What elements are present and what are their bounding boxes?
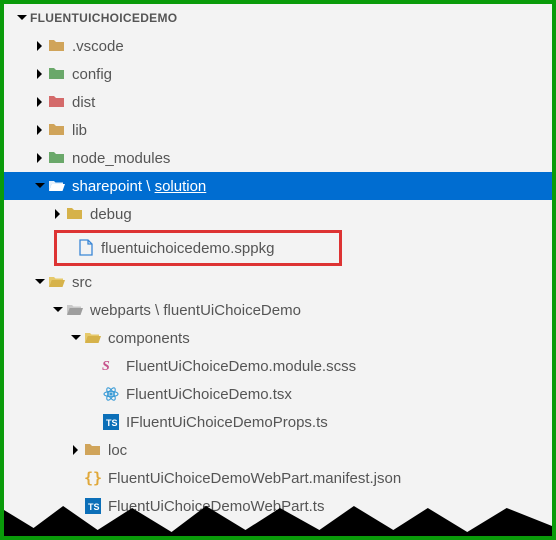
path-segment: sharepoint \: [72, 178, 155, 195]
tree-label: config: [72, 66, 112, 83]
folder-icon: [84, 441, 102, 459]
chevron-down-icon: [50, 302, 66, 318]
folder-open-icon: [84, 329, 102, 347]
json-icon: [84, 469, 102, 487]
chevron-right-icon: [68, 442, 84, 458]
typescript-icon: [102, 413, 120, 431]
tree-item-sppkg[interactable]: fluentuichoicedemo.sppkg: [57, 233, 339, 263]
explorer-header[interactable]: FLUENTUICHOICEDEMO: [4, 4, 552, 32]
tree-label: FluentUiChoiceDemo.tsx: [126, 386, 292, 403]
tree-label: lib: [72, 122, 87, 139]
tree-item-webpart-ts[interactable]: FluentUiChoiceDemoWebPart.ts: [4, 492, 552, 520]
tree-label: node_modules: [72, 150, 170, 167]
path-segment: webparts \: [90, 302, 163, 319]
tree-item-props-ts[interactable]: IFluentUiChoiceDemoProps.ts: [4, 408, 552, 436]
typescript-icon: [84, 497, 102, 515]
tree-label: dist: [72, 94, 95, 111]
scss-icon: [102, 357, 120, 375]
folder-open-icon: [66, 301, 84, 319]
tree-item-components[interactable]: components: [4, 324, 552, 352]
tree-label: sharepoint \ solution: [72, 178, 206, 195]
tree-label: loc: [108, 442, 127, 459]
tree-item-src[interactable]: src: [4, 268, 552, 296]
folder-icon: [48, 149, 66, 167]
chevron-right-icon: [32, 66, 48, 82]
chevron-down-icon: [14, 10, 30, 26]
chevron-right-icon: [32, 122, 48, 138]
tree-item-tsx[interactable]: FluentUiChoiceDemo.tsx: [4, 380, 552, 408]
folder-open-icon: [48, 273, 66, 291]
path-segment-active: fluentUiChoiceDemo: [163, 302, 301, 319]
tree-label: IFluentUiChoiceDemoProps.ts: [126, 414, 328, 431]
chevron-down-icon: [32, 274, 48, 290]
chevron-down-icon: [68, 330, 84, 346]
tree-label: debug: [90, 206, 132, 223]
folder-icon: [66, 205, 84, 223]
chevron-right-icon: [50, 206, 66, 222]
file-tree: .vscode config dist lib node_modules: [4, 32, 552, 520]
path-segment-active: solution: [155, 178, 207, 195]
tree-label: components: [108, 330, 190, 347]
tree-item-sharepoint-solution[interactable]: sharepoint \ solution: [4, 172, 552, 200]
explorer-panel: FLUENTUICHOICEDEMO .vscode config dist l…: [0, 0, 556, 540]
folder-icon: [48, 37, 66, 55]
folder-icon: [48, 121, 66, 139]
tree-label: FluentUiChoiceDemoWebPart.ts: [108, 498, 324, 515]
tree-item-loc[interactable]: loc: [4, 436, 552, 464]
highlight-annotation: fluentuichoicedemo.sppkg: [54, 230, 342, 266]
tree-label: src: [72, 274, 92, 291]
folder-open-icon: [48, 177, 66, 195]
chevron-right-icon: [32, 38, 48, 54]
tree-item-scss[interactable]: FluentUiChoiceDemo.module.scss: [4, 352, 552, 380]
tree-label: .vscode: [72, 38, 124, 55]
chevron-down-icon: [32, 178, 48, 194]
tree-item-lib[interactable]: lib: [4, 116, 552, 144]
folder-icon: [48, 93, 66, 111]
tree-item-dist[interactable]: dist: [4, 88, 552, 116]
react-icon: [102, 385, 120, 403]
tree-item-debug[interactable]: debug: [4, 200, 552, 228]
tree-item-config[interactable]: config: [4, 60, 552, 88]
file-icon: [77, 239, 95, 257]
chevron-right-icon: [32, 150, 48, 166]
tree-label: FluentUiChoiceDemo.module.scss: [126, 358, 356, 375]
chevron-right-icon: [32, 94, 48, 110]
folder-icon: [48, 65, 66, 83]
tree-label: FluentUiChoiceDemoWebPart.manifest.json: [108, 470, 401, 487]
tree-item-node-modules[interactable]: node_modules: [4, 144, 552, 172]
tree-label: webparts \ fluentUiChoiceDemo: [90, 302, 301, 319]
project-title: FLUENTUICHOICEDEMO: [30, 11, 177, 25]
tree-item-webparts[interactable]: webparts \ fluentUiChoiceDemo: [4, 296, 552, 324]
tree-label: fluentuichoicedemo.sppkg: [101, 240, 274, 257]
tree-item-manifest-json[interactable]: FluentUiChoiceDemoWebPart.manifest.json: [4, 464, 552, 492]
tree-item-vscode[interactable]: .vscode: [4, 32, 552, 60]
